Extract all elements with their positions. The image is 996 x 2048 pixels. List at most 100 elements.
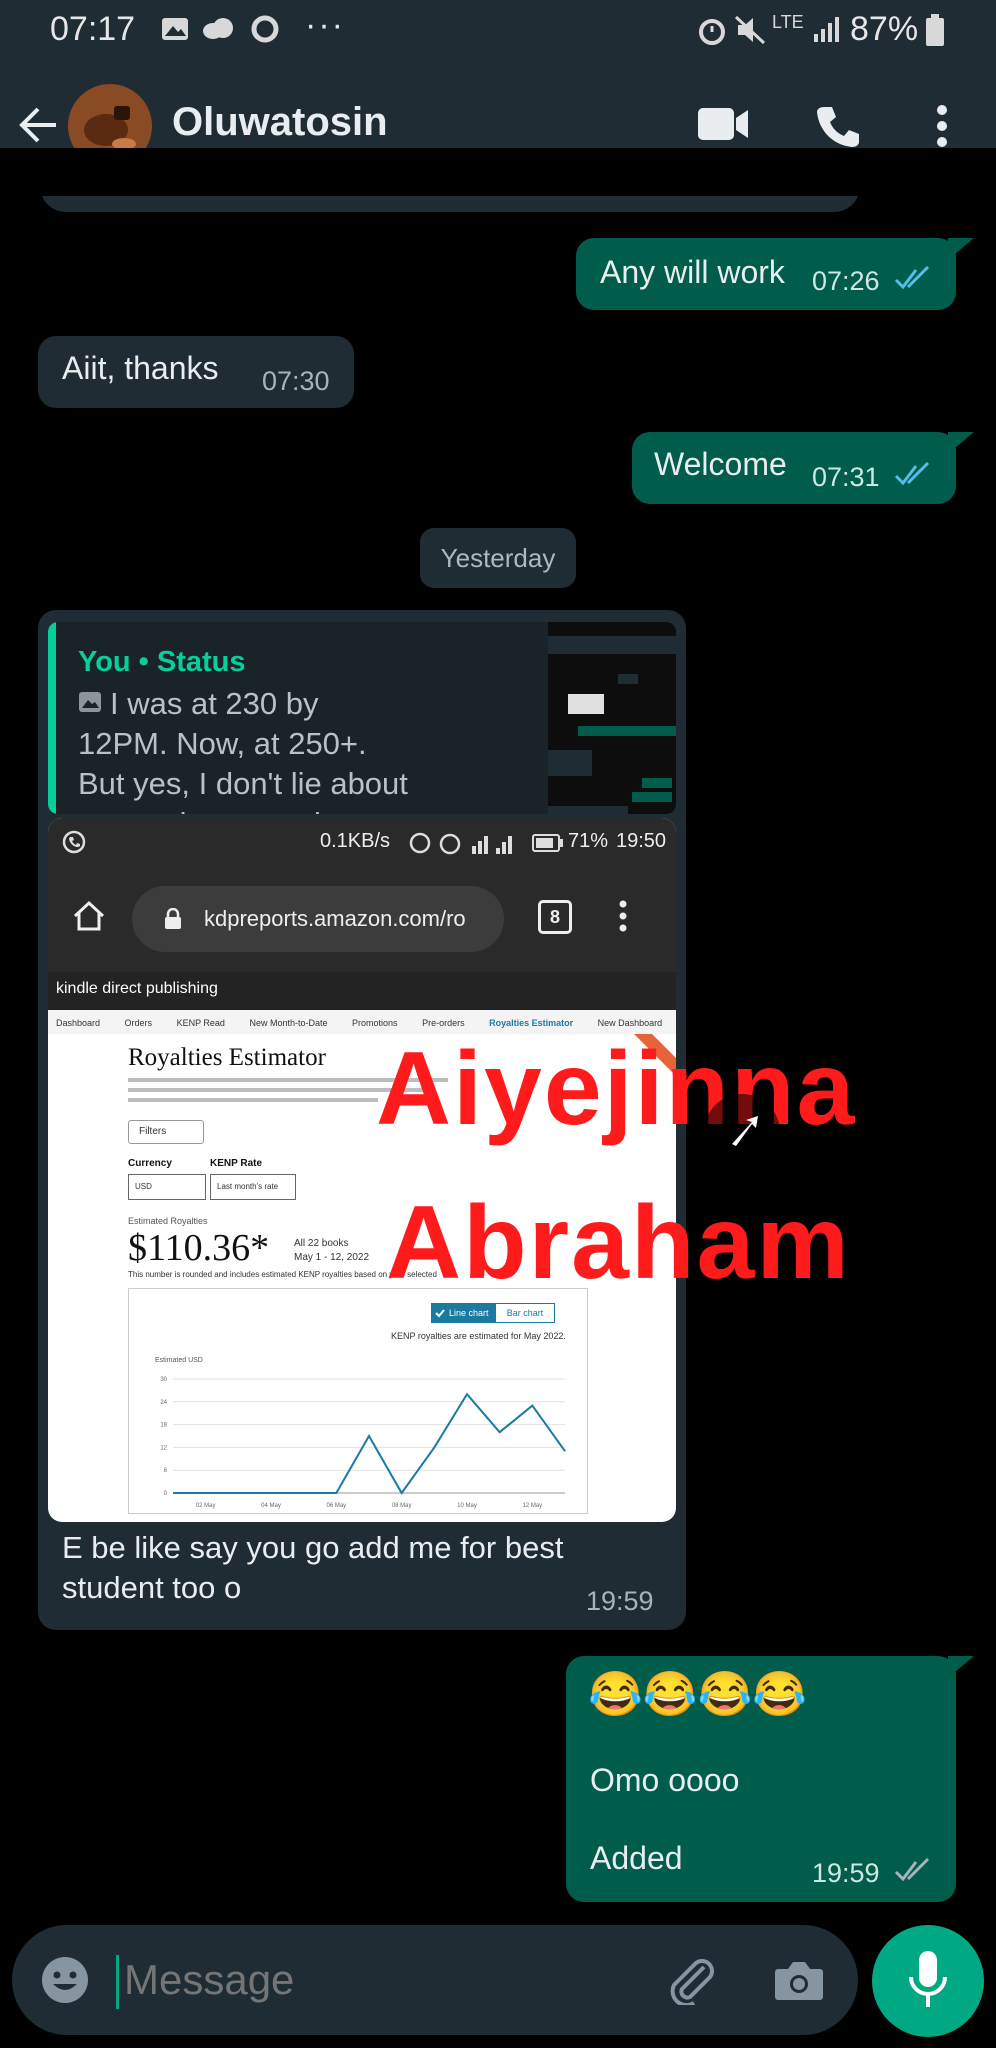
message-text: Any will work (600, 254, 785, 290)
url-text: kdpreports.amazon.com/ro (204, 906, 466, 931)
message-text: Added (590, 1840, 683, 1876)
battery-icon (926, 14, 944, 46)
incoming-message[interactable]: Aiit, thanks 07:30 (38, 336, 354, 408)
kdp-nav-item: Orders (124, 1018, 153, 1028)
camera-icon[interactable] (774, 1959, 824, 2001)
more-options-icon[interactable] (934, 104, 950, 148)
screenshot-speed: 0.1KB/s (320, 830, 391, 852)
chart-y-tick: 30 (160, 1377, 167, 1383)
cloud-icon (201, 16, 235, 40)
chart-x-tick: 10 May (457, 1503, 477, 1509)
outgoing-message[interactable]: Any will work 07:26 (576, 238, 956, 310)
screenshot-status-bar: 0.1KB/s 71% 19:50 (48, 818, 676, 868)
alarm-icon (696, 14, 728, 46)
double-check-icon (894, 462, 936, 488)
header-shadow (0, 148, 996, 196)
browser-toolbar: kdpreports.amazon.com/ro 8 (48, 868, 676, 972)
kenp-label: KENP Rate (210, 1158, 263, 1169)
chart-series-line (173, 1392, 566, 1495)
estimated-label: Estimated Royalties (128, 1216, 208, 1226)
chart-x-tick: 08 May (392, 1503, 412, 1509)
back-arrow-icon[interactable] (18, 104, 60, 146)
message-time: 07:30 (262, 366, 330, 396)
kdp-nav-item: New Dashboard (597, 1018, 663, 1028)
message-text: Omo oooo (590, 1762, 740, 1798)
contact-name[interactable]: Oluwatosin (172, 100, 388, 145)
outgoing-message[interactable]: 😂😂😂😂 Omo oooo Added 19:59 (566, 1656, 956, 1902)
date-range: May 1 - 12, 2022 (294, 1252, 370, 1263)
emoji-icon[interactable] (40, 1955, 90, 2005)
double-check-icon (894, 1858, 936, 1884)
kdp-nav-item: Pre-orders (422, 1018, 465, 1028)
kdp-nav-item: Promotions (352, 1018, 398, 1028)
message-time: 07:26 (812, 266, 880, 296)
chart-y-tick: 18 (160, 1423, 167, 1429)
message-input[interactable] (122, 1951, 546, 2009)
opera-icon (250, 14, 280, 44)
date-chip: Yesterday (420, 528, 576, 588)
attach-icon[interactable] (666, 1957, 718, 2005)
kdp-header: kindle direct publishing (48, 972, 676, 1010)
estimated-value: $110.36* (128, 1227, 270, 1269)
message-time: 19:59 (586, 1586, 654, 1616)
clock-icons (408, 830, 518, 856)
thumbnail-bubble (548, 806, 628, 814)
watermark-line-2: Abraham (386, 1185, 851, 1301)
quote-text: I was at 230 by 12PM. Now, at 250+. But … (78, 686, 408, 814)
kdp-nav-item: KENP Read (176, 1018, 225, 1028)
lock-icon (164, 908, 182, 930)
voice-call-icon[interactable] (816, 104, 862, 148)
bubble-tail (948, 238, 974, 262)
kenp-select: Last month's rate (210, 1174, 296, 1200)
screenshot-battery-icon (532, 834, 564, 852)
whatsapp-icon (62, 830, 86, 854)
thumbnail-bubble (632, 792, 672, 802)
bubble-tail (948, 432, 974, 456)
chart-y-tick: 0 (164, 1491, 168, 1497)
message-time: 07:31 (812, 462, 880, 492)
browser-menu-icon (618, 900, 628, 932)
share-icon (702, 1092, 782, 1172)
message-text: Welcome (654, 446, 787, 482)
books-count: All 22 books (294, 1238, 349, 1249)
bubble-tail (948, 1656, 974, 1680)
screenshot-time: 19:50 (616, 830, 667, 852)
home-icon (72, 900, 106, 932)
chart-x-tick: 02 May (196, 1503, 216, 1509)
royalties-chart: 0 6 12 18 24 30 02 May 04 May 06 May 08 May 10 May… (160, 1377, 566, 1509)
outgoing-message[interactable]: Welcome 07:31 (632, 432, 956, 504)
message-composer (12, 1925, 858, 2035)
more-notifications: ··· (305, 6, 345, 44)
currency-select: USD (128, 1174, 206, 1200)
thumbnail-bubble (548, 750, 592, 776)
network-type: LTE (772, 12, 804, 32)
status-thumbnail (548, 622, 676, 814)
chart-x-tick: 12 May (522, 1503, 542, 1509)
message-time: 19:59 (812, 1858, 880, 1888)
attached-screenshot[interactable]: 0.1KB/s 71% 19:50 kdpreports.amazon.com/… (48, 818, 676, 1522)
watermark-line-1: Aiyejinna (376, 1031, 857, 1147)
gallery-icon (160, 16, 190, 42)
text-cursor (116, 1955, 119, 2009)
chart-panel: Line chart Bar chart KENP royalties are … (128, 1288, 588, 1514)
tab-count: 8 (538, 900, 572, 934)
message-text: Aiit, thanks (62, 350, 219, 386)
thumbnail-bubble (618, 674, 638, 684)
quote-author: You • Status (78, 646, 246, 678)
chart-x-tick: 06 May (326, 1503, 346, 1509)
kdp-nav-item: New Month-to-Date (249, 1018, 328, 1028)
quoted-status[interactable]: You • Status I was at 230 by 12PM. Now, … (48, 622, 676, 814)
battery-percent: 87% (850, 10, 919, 48)
microphone-icon (908, 1949, 948, 2013)
url-bar: kdpreports.amazon.com/ro (132, 886, 504, 952)
emoji-line: 😂😂😂😂 (588, 1670, 808, 1719)
mute-icon (734, 14, 766, 46)
message-text: E be like say you go add me for best stu… (62, 1530, 564, 1605)
quote-bar (48, 622, 56, 814)
chart-y-tick: 12 (160, 1445, 167, 1451)
voice-record-button[interactable] (872, 1925, 984, 2037)
double-check-icon (894, 266, 936, 292)
kdp-nav-item-active: Royalties Estimator (489, 1018, 574, 1028)
thumbnail-bubble (578, 726, 676, 736)
video-call-icon[interactable] (698, 106, 750, 142)
